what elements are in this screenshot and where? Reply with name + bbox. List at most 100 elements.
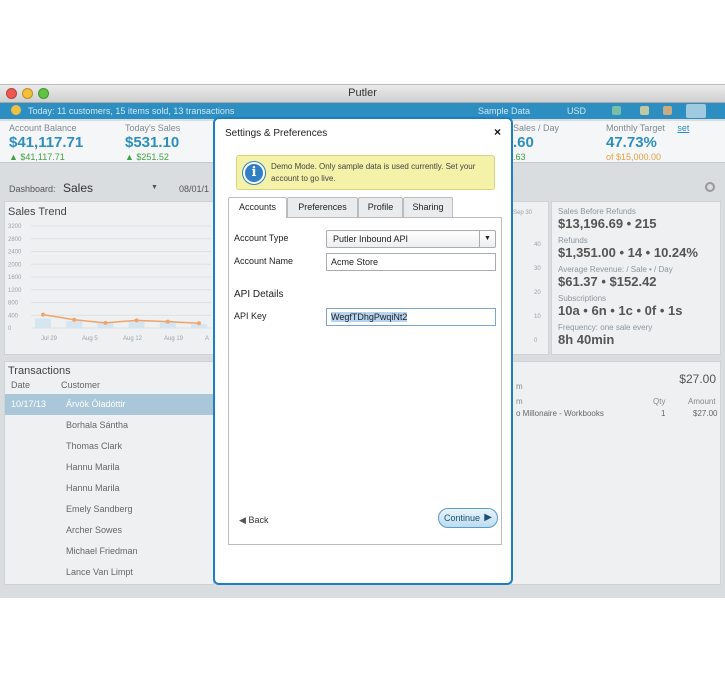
x-tick-label: A [205, 336, 209, 342]
table-row[interactable]: Emely Sandberg [5, 499, 213, 520]
upload-icon[interactable] [612, 106, 621, 115]
stat-value: 10a • 6n • 1c • 0f • 1s [558, 303, 683, 318]
x-tick-label: Aug 12 [123, 336, 143, 342]
transaction-customer: Lance Van Limpt [66, 567, 133, 577]
transaction-customer: Borhala Sántha [66, 420, 129, 430]
x-tick-label: Jul 29 [41, 336, 58, 342]
table-row[interactable]: Michael Friedman [5, 541, 213, 562]
transaction-date: 10/17/13 [11, 399, 47, 409]
detail-column-item: m [516, 382, 523, 391]
trend-point[interactable] [41, 312, 45, 317]
forward-arrow-icon: ▶ [484, 512, 492, 523]
y-tick-label: 400 [8, 313, 19, 319]
stat-label: Average Revenue: / Sale • / Day [558, 265, 673, 274]
right-tick-label: 20 [534, 290, 541, 296]
settings-icon[interactable] [640, 106, 649, 115]
transactions-list: 10/17/13 Árvök Óladóttir Borhala Sántha Tho… [5, 394, 213, 583]
detail-item-name: o Millonaire - Workbooks [516, 409, 604, 418]
metric-change: ▲ $251.52 [125, 152, 169, 162]
right-tick-label: 30 [534, 266, 541, 272]
x-tick-label: Aug 19 [164, 336, 184, 342]
today-summary: Today: 11 customers, 15 items sold, 13 t… [28, 106, 235, 116]
transaction-customer: Hannu Marila [66, 483, 120, 493]
stat-label: Frequency: one sale every [558, 323, 653, 332]
detail-item-amount: $27.00 [693, 409, 718, 418]
table-row[interactable]: Hannu Marila [5, 478, 213, 499]
metric-sales-per-day: Sales / Day .60 .63 [513, 123, 559, 162]
chevron-down-icon[interactable]: ▼ [479, 231, 495, 247]
date-range[interactable]: 08/01/1 [179, 184, 209, 194]
stat-label: Sales Before Refunds [558, 207, 636, 216]
right-axis: Sep 30 40 30 20 10 0 [513, 210, 541, 344]
sample-data-label[interactable]: Sample Data [478, 106, 530, 116]
table-row[interactable]: 10/17/13 Árvök Óladóttir [5, 394, 213, 415]
y-tick-label: 2000 [8, 262, 22, 268]
table-row[interactable]: Lance Van Limpt [5, 562, 213, 583]
y-tick-label: 2400 [8, 250, 22, 256]
stat-label: Refunds [558, 236, 588, 245]
trend-point[interactable] [103, 320, 108, 325]
table-row[interactable]: Thomas Clark [5, 436, 213, 457]
menu-button[interactable] [686, 104, 706, 118]
trend-bar [35, 318, 51, 328]
api-key-label: API Key [234, 311, 267, 321]
back-button[interactable]: ◀ Back [239, 515, 268, 526]
transaction-customer: Archer Sowes [66, 525, 123, 535]
account-type-label: Account Type [234, 233, 289, 243]
detail-column-item-2: m [516, 397, 523, 406]
sales-trend-chart: 3200 2800 2400 2000 1600 1200 800 400 0 Jul 29 Aug… [8, 224, 211, 342]
transaction-detail-panel: $27.00 m Qty Amount m o Millonaire - Wor… [511, 361, 721, 585]
continue-button[interactable]: Continue ▶ [438, 508, 498, 528]
detail-total-amount: $27.00 [679, 372, 716, 386]
metric-todays-sales: Today's Sales $531.10 ▲ $251.52 [125, 123, 180, 162]
dashboard-label: Dashboard: [9, 184, 56, 194]
dialog-title: Settings & Preferences [225, 128, 328, 139]
back-arrow-icon: ◀ [239, 515, 246, 525]
api-details-heading: API Details [234, 289, 284, 300]
api-key-field[interactable]: WegfTDhgPwqiNt2 [326, 308, 496, 326]
tab-accounts[interactable]: Accounts [228, 197, 287, 218]
table-row[interactable]: Borhala Sántha [5, 415, 213, 436]
dashboard-selector[interactable]: Sales [63, 181, 93, 195]
transaction-customer: Michael Friedman [66, 546, 138, 556]
info-icon: i [243, 162, 265, 184]
account-type-select[interactable]: Putler Inbound API ▼ [326, 230, 496, 248]
trend-point[interactable] [165, 319, 170, 324]
metric-value: 47.73% [606, 134, 657, 151]
refresh-icon[interactable] [705, 182, 715, 192]
metric-account-balance: Account Balance $41,117.71 ▲ $41,117.71 [9, 123, 83, 162]
right-tick-label: 0 [534, 338, 538, 344]
x-tick-label: Aug 5 [82, 336, 98, 342]
stats-panel: Sales Before Refunds $13,196.69 • 215 Refu… [551, 201, 721, 355]
close-icon[interactable]: × [494, 125, 501, 139]
y-tick-label: 0 [8, 326, 12, 332]
column-header-customer[interactable]: Customer [61, 380, 100, 390]
account-name-field[interactable]: Acme Store [326, 253, 496, 271]
currency-selector[interactable]: USD [567, 106, 586, 116]
stat-value: $13,196.69 • 215 [558, 216, 657, 231]
stat-label: Subscriptions [558, 294, 607, 303]
accounts-tab-panel: Account Type Putler Inbound API ▼ Accoun… [228, 217, 502, 545]
stat-value: $1,351.00 • 14 • 10.24% [558, 245, 698, 260]
metric-label: Sales / Day [513, 123, 560, 133]
trend-point[interactable] [72, 317, 77, 322]
tab-profile[interactable]: Profile [358, 197, 403, 217]
chevron-down-icon[interactable]: ▼ [151, 184, 158, 191]
tab-preferences[interactable]: Preferences [287, 197, 358, 217]
transaction-customer: Árvök Óladóttir [66, 399, 126, 409]
trend-point[interactable] [197, 321, 201, 326]
window-title: Putler [348, 87, 377, 99]
column-header-date[interactable]: Date [11, 380, 30, 390]
account-type-value: Putler Inbound API [333, 234, 409, 244]
tab-sharing[interactable]: Sharing [403, 197, 453, 217]
y-tick-label: 2800 [8, 237, 22, 243]
sun-icon [11, 105, 21, 115]
metric-value: $531.10 [125, 134, 180, 151]
table-row[interactable]: Hannu Marila [5, 457, 213, 478]
set-target-link[interactable]: set [677, 123, 689, 133]
transaction-customer: Emely Sandberg [66, 504, 133, 514]
table-row[interactable]: Archer Sowes [5, 520, 213, 541]
trend-point[interactable] [134, 318, 139, 323]
user-icon[interactable] [663, 106, 672, 115]
y-tick-label: 3200 [8, 224, 22, 230]
